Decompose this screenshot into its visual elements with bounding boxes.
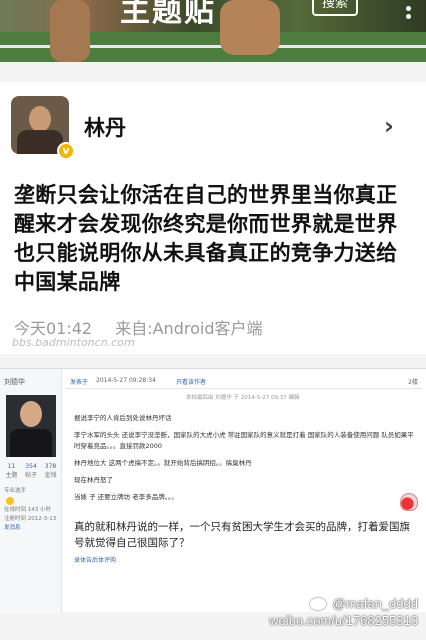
post-paragraph: 现在林丹怒了: [74, 476, 113, 484]
post-paragraph: 李宁水军的头头 还说李宁没垄断，国家队的大虎小虎 常驻国家队的意义就是打着 国家…: [74, 431, 414, 450]
player-leg: [50, 0, 90, 62]
send-message-link[interactable]: 发消息: [4, 524, 56, 533]
more-menu-icon[interactable]: [406, 6, 412, 22]
post-paragraph: 林丹地位大 这两个虎搞不定。。就开始背后搞阴招。。搞臭林丹: [74, 459, 252, 467]
post-paragraph: 据说李宁的人肯后到处说林丹坏话: [74, 414, 172, 422]
verified-badge-icon: v: [57, 142, 75, 160]
post-floor: 2楼: [408, 379, 418, 386]
chevron-right-icon[interactable]: ›: [384, 112, 394, 140]
flask-icon: [400, 493, 418, 511]
weibo-post-card: v 林丹 › 垄断只会让你活在自己的世界里当你真正醒来才会发现你终究是你而世界就…: [0, 82, 426, 354]
header-banner: 主题贴 搜索: [0, 0, 426, 62]
online-time: 在线时间 143 小时: [4, 507, 51, 513]
site-watermark: bbs.badmintoncn.com: [12, 336, 135, 349]
forum-avatar[interactable]: [6, 395, 56, 457]
post-username[interactable]: 林丹: [84, 112, 126, 142]
page-title: 主题贴: [120, 0, 216, 29]
post-label: 发表于: [70, 379, 89, 386]
register-time: 注册时间 2012-3-13: [4, 516, 57, 522]
edit-note: 本帖最后由 刘德华 于 2014-5-27 09:37 编辑: [186, 395, 300, 401]
post-source: 来自:Android客户端: [115, 319, 263, 338]
forum-post-main: 发表于 2014-5-27 09:28:34 只看该作者 2楼 本帖最后由 刘德…: [66, 369, 422, 613]
stat-label: 金钱: [44, 472, 57, 479]
forum-user-info: 专业选手 在线时间 143 小时 注册时间 2012-3-13 发消息: [4, 487, 56, 533]
user-rank: 专业选手: [4, 488, 27, 494]
stat-value[interactable]: 354: [25, 463, 36, 470]
stat-value[interactable]: 11: [8, 463, 16, 470]
watermark-handle: @mafan_dddd: [332, 596, 418, 611]
watermark-url: weibo.com/u/1768255310: [269, 613, 418, 628]
post-date: 2014-5-27 09:28:34: [96, 377, 156, 384]
header-button[interactable]: 搜索: [312, 0, 358, 16]
stat-label: 主题: [5, 472, 18, 479]
forum-screenshot: 刘德华 11 主题 354 帖子 378 金钱 专业选手 在线时间 143 小时 注册…: [0, 368, 426, 613]
stat-value[interactable]: 378: [45, 463, 56, 470]
post-paragraph: 当婊 子 还要立牌坊 老李多品牌。。。: [74, 493, 178, 501]
forum-user-stats: 11 主题 354 帖子 378 金钱: [2, 463, 60, 479]
forum-user-name[interactable]: 刘德华: [4, 377, 25, 387]
weibo-watermark: @mafan_dddd weibo.com/u/1768255310: [269, 596, 418, 628]
post-content: 据说李宁的人肯后到处说林丹坏话 李宁水军的头头 还说李宁没垄断，国家队的大虎小虎…: [74, 413, 414, 509]
medal-icon: [6, 497, 14, 505]
post-text: 垄断只会让你活在自己的世界里当你真正醒来才会发现你终究是你而世界就是世界也只能说…: [14, 183, 398, 294]
footer-link[interactable]: 录体告后体评购: [74, 555, 116, 564]
post-header: 发表于 2014-5-27 09:28:34 只看该作者 2楼: [66, 375, 422, 389]
player-leg: [220, 0, 280, 55]
only-author-link[interactable]: 只看该作者: [176, 377, 206, 386]
forum-user-column: 刘德华 11 主题 354 帖子 378 金钱 专业选手 在线时间 143 小时 注册…: [0, 369, 62, 613]
post-highlight: 真的就和林丹说的一样，一个只有贫困大学生才会买的品牌，打着爱国旗号就觉得自己很国…: [74, 521, 410, 549]
stat-label: 帖子: [24, 472, 37, 479]
